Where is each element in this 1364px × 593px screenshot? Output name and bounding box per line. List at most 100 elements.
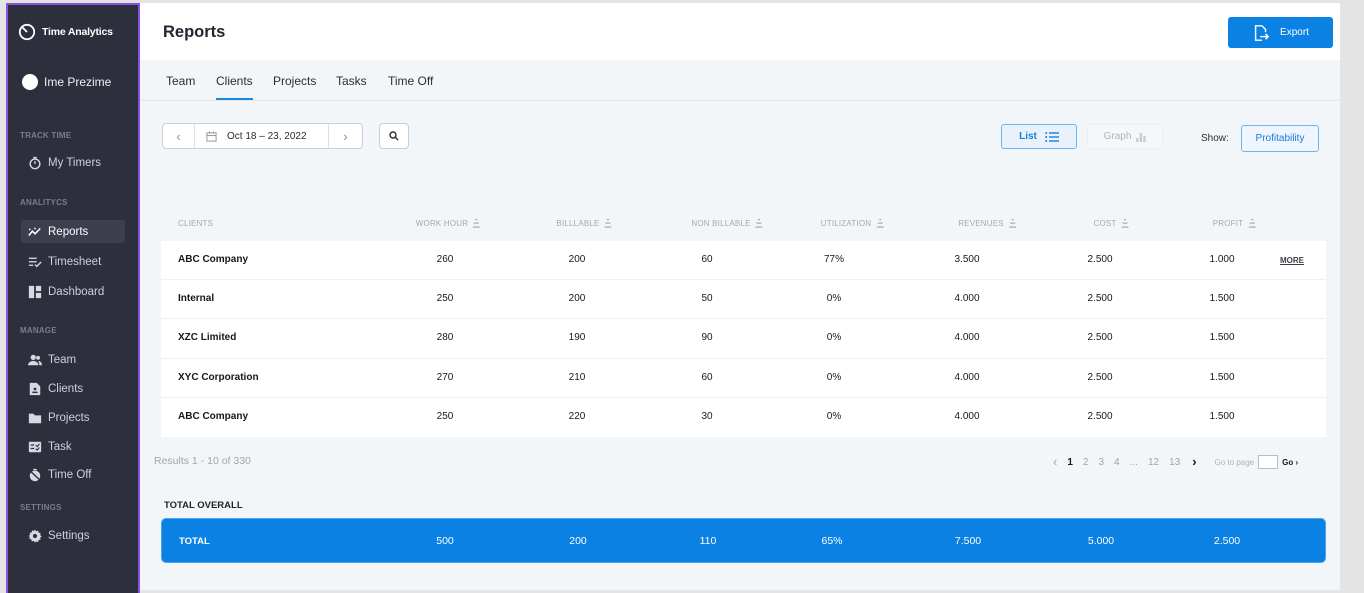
column-label: NON BILLABLE xyxy=(691,219,751,228)
cell-billable: 220 xyxy=(568,410,586,422)
tab-tasks[interactable]: Tasks xyxy=(336,74,367,88)
list-view-button[interactable]: List xyxy=(1001,124,1077,149)
section-manage: MANAGE xyxy=(20,326,57,335)
tab-team[interactable]: Team xyxy=(166,74,195,88)
graph-label: Graph xyxy=(1103,131,1132,142)
cell-billable: 190 xyxy=(568,332,586,344)
export-icon xyxy=(1254,24,1270,41)
trend-icon xyxy=(28,227,41,236)
sidebar-item-timesheet[interactable]: Timesheet xyxy=(21,250,125,273)
go-button[interactable]: Go › xyxy=(1282,458,1298,467)
graph-view-button[interactable]: Graph xyxy=(1087,124,1163,149)
sidebar-item-clients[interactable]: Clients xyxy=(21,377,125,400)
sidebar-item-label: My Timers xyxy=(48,156,102,169)
total-overall-heading: TOTAL OVERALL xyxy=(164,500,243,511)
gear-icon xyxy=(28,528,42,543)
total-cost: 5.000 xyxy=(1087,535,1115,547)
column-header-cost[interactable]: COST xyxy=(1093,219,1129,228)
main-content: Reports Export Team Clients Projects Tas… xyxy=(140,3,1340,590)
cell-work-hour: 260 xyxy=(436,254,454,265)
cell-billable: 210 xyxy=(568,371,586,383)
brand[interactable]: Time Analytics xyxy=(18,23,113,41)
tab-time-off[interactable]: Time Off xyxy=(388,74,433,88)
cell-profit: 1.500 xyxy=(1209,293,1235,305)
column-header-billable[interactable]: BILLLABLE xyxy=(556,219,612,228)
sidebar-item-projects[interactable]: Projects xyxy=(21,406,125,429)
page-button[interactable]: 13 xyxy=(1169,457,1180,468)
previous-period-button[interactable]: ‹ xyxy=(163,124,195,148)
column-label: UTILIZATION xyxy=(820,219,872,228)
sidebar-item-settings[interactable]: Settings xyxy=(21,524,125,547)
table-row[interactable]: Internal 250 200 50 0% 4.000 2.500 1.500 xyxy=(161,280,1326,320)
sidebar-item-dashboard[interactable]: Dashboard xyxy=(21,280,125,303)
sort-icon xyxy=(876,219,884,228)
page-button[interactable]: 12 xyxy=(1148,457,1159,468)
chevron-left-icon: ‹ xyxy=(176,128,181,144)
table-row[interactable]: ABC Company 250 220 30 0% 4.000 2.500 1.… xyxy=(161,398,1326,437)
page-button[interactable]: 3 xyxy=(1098,457,1104,468)
sidebar-item-my-timers[interactable]: My Timers xyxy=(21,151,125,174)
dashboard-icon xyxy=(28,285,42,298)
column-header-profit[interactable]: PROFIT xyxy=(1213,219,1256,228)
column-header-non-billable[interactable]: NON BILLABLE xyxy=(691,219,763,228)
sidebar-item-label: Settings xyxy=(48,529,90,542)
search-button[interactable] xyxy=(379,123,409,149)
cell-revenues: 4.000 xyxy=(954,371,980,383)
sidebar-item-label: Task xyxy=(48,440,72,453)
cell-cost: 2.500 xyxy=(1087,254,1113,265)
date-range-field[interactable]: Oct 18 – 23, 2022 xyxy=(195,131,328,142)
cell-profit: 1.000 xyxy=(1209,254,1235,265)
page-button[interactable]: 4 xyxy=(1114,457,1120,468)
show-metric-select[interactable]: Profitability xyxy=(1241,125,1319,152)
export-button[interactable]: Export xyxy=(1228,17,1333,48)
tab-projects[interactable]: Projects xyxy=(273,74,316,88)
total-label: TOTAL xyxy=(179,536,210,547)
sidebar-item-label: Timesheet xyxy=(48,255,102,268)
table-row[interactable]: XZC Limited 280 190 90 0% 4.000 2.500 1.… xyxy=(161,319,1326,359)
go-to-page-input[interactable] xyxy=(1258,455,1279,469)
cell-billable: 200 xyxy=(568,293,586,305)
tab-clients[interactable]: Clients xyxy=(216,74,253,100)
cell-cost: 2.500 xyxy=(1087,293,1113,305)
cell-client: XZC Limited xyxy=(178,332,237,344)
total-non-billable: 110 xyxy=(699,535,717,547)
sidebar-item-time-off[interactable]: Time Off xyxy=(21,463,125,486)
column-header-revenues[interactable]: REVENUES xyxy=(958,219,1016,228)
sidebar-item-reports[interactable]: Reports xyxy=(21,220,125,243)
previous-page-button[interactable]: ‹ xyxy=(1053,455,1057,468)
table-body: ABC Company 260 200 60 77% 3.500 2.500 1… xyxy=(161,241,1326,437)
page-button[interactable]: 2 xyxy=(1083,457,1089,468)
cell-work-hour: 280 xyxy=(436,332,454,344)
checklist-icon xyxy=(28,257,42,267)
pagination: ‹ 1 2 3 4 ... 12 13 › Go to page Go › xyxy=(1053,455,1298,469)
cell-client: ABC Company xyxy=(178,254,249,265)
next-period-button[interactable]: › xyxy=(328,124,362,148)
table-row[interactable]: XYC Corporation 270 210 60 0% 4.000 2.50… xyxy=(161,359,1326,398)
cell-revenues: 3.500 xyxy=(954,254,980,265)
chevron-right-icon: › xyxy=(343,128,348,144)
column-header-utilization[interactable]: UTILIZATION xyxy=(821,219,884,228)
stopwatch-icon xyxy=(29,156,41,169)
sidebar-item-label: Time Off xyxy=(48,468,92,481)
sort-icon xyxy=(755,219,763,228)
table-row[interactable]: ABC Company 260 200 60 77% 3.500 2.500 1… xyxy=(161,241,1326,281)
section-analytics: ANALITYCS xyxy=(20,198,68,207)
app-window: Time Analytics Ime Prezime TRACK TIME My… xyxy=(0,0,1364,593)
cell-profit: 1.500 xyxy=(1209,371,1235,383)
user-profile[interactable]: Ime Prezime xyxy=(22,74,111,90)
column-header-work-hour[interactable]: WORK HOUR xyxy=(416,219,481,228)
sidebar-item-task[interactable]: Task xyxy=(21,435,125,458)
cell-cost: 2.500 xyxy=(1087,332,1113,344)
next-page-button[interactable]: › xyxy=(1192,455,1196,468)
page-ellipsis: ... xyxy=(1129,456,1138,468)
page-button[interactable]: 1 xyxy=(1067,457,1073,468)
sidebar-item-label: Dashboard xyxy=(48,285,105,298)
cell-non-billable: 60 xyxy=(701,254,713,265)
cell-profit: 1.500 xyxy=(1209,332,1235,344)
section-settings: SETTINGS xyxy=(20,503,62,512)
sidebar-item-label: Team xyxy=(48,353,77,366)
team-icon xyxy=(28,354,42,365)
total-profit: 2.500 xyxy=(1213,535,1241,547)
sidebar-item-team[interactable]: Team xyxy=(21,348,125,371)
more-link[interactable]: MORE xyxy=(1280,256,1304,265)
